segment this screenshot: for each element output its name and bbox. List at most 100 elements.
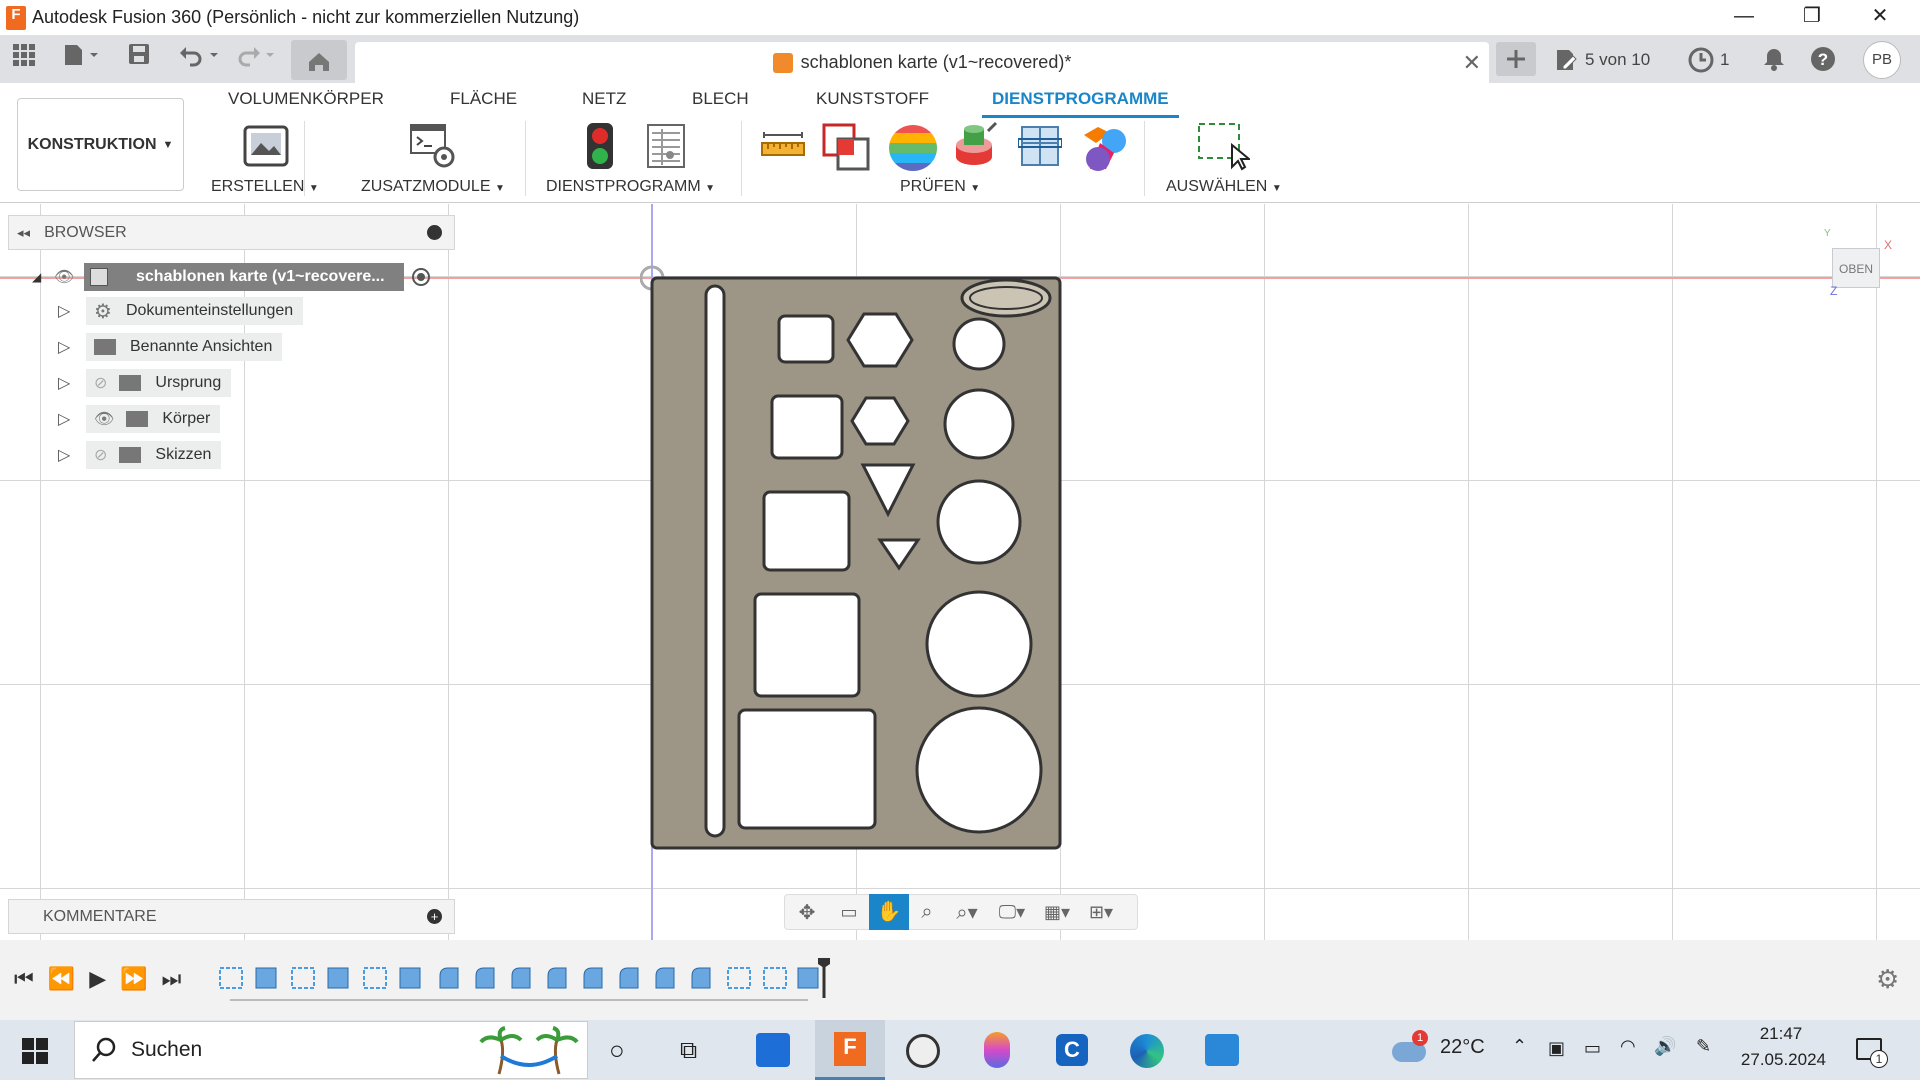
tab-blech[interactable]: BLECH (692, 89, 749, 109)
job-status[interactable]: 1 (1688, 45, 1729, 75)
paint-drop-icon[interactable] (984, 1032, 1010, 1068)
help-icon[interactable]: ? (1810, 46, 1836, 77)
home-button[interactable] (291, 40, 347, 80)
expand-arrow-icon[interactable]: ▷ (58, 301, 86, 321)
taskbar-search-box[interactable]: Suchen (74, 1021, 588, 1079)
browser-panel-header[interactable]: ◂◂ BROWSER (8, 215, 455, 250)
section-analysis-button[interactable] (1017, 123, 1063, 174)
tray-chevron-up-icon[interactable]: ⌃ (1512, 1036, 1527, 1057)
pen-icon[interactable]: ✎ (1696, 1036, 1711, 1057)
expand-arrow-icon[interactable]: ▷ (58, 337, 86, 357)
task-view-icon[interactable]: ⧉ (680, 1037, 697, 1065)
orbit-icon[interactable]: ✥ (785, 900, 829, 925)
play-icon[interactable]: ▶ (89, 966, 106, 992)
tree-item-ursprung[interactable]: ▷ ⊘ Ursprung (58, 368, 232, 398)
zoom-icon[interactable]: ⌕ (909, 901, 945, 924)
windows-start-icon[interactable] (22, 1038, 48, 1064)
volume-icon[interactable]: 🔊 (1654, 1036, 1676, 1057)
taskbar-fusion-button[interactable]: F (815, 1020, 885, 1080)
cortana-circle-icon[interactable]: ○ (609, 1035, 625, 1066)
tree-item-dokumenteinstellungen[interactable]: ▷ ⚙ Dokumenteinstellungen (58, 296, 304, 326)
viewcube[interactable]: OBEN X Y Z (1820, 228, 1892, 298)
redo-icon[interactable] (234, 43, 276, 75)
wifi-icon[interactable]: ◠ (1620, 1036, 1636, 1057)
eye-icon[interactable]: 👁 (54, 267, 84, 287)
compute-all-button[interactable] (584, 121, 616, 176)
expand-arrow-icon[interactable]: ▷ (58, 409, 86, 429)
undo-icon[interactable] (178, 43, 220, 75)
save-icon[interactable] (128, 43, 150, 75)
go-to-end-icon[interactable]: ⏭ (162, 966, 182, 992)
notification-center-icon[interactable]: 1 (1856, 1034, 1890, 1068)
user-avatar[interactable]: PB (1863, 41, 1901, 79)
comments-panel-header[interactable]: KOMMENTARE + (8, 899, 455, 934)
eye-hidden-icon[interactable]: ⊘ (94, 445, 107, 465)
add-comment-icon[interactable]: + (427, 909, 442, 924)
edge-browser-icon[interactable] (1130, 1034, 1164, 1068)
expand-arrow-icon[interactable]: ▷ (58, 373, 86, 393)
version-indicator[interactable]: 5 von 10 (1553, 45, 1650, 75)
eye-hidden-icon[interactable]: ⊘ (94, 373, 107, 393)
timeline-settings-gear-icon[interactable]: ⚙ (1876, 964, 1899, 995)
group-erstellen[interactable]: ERSTELLEN ▼ (211, 178, 319, 196)
taskbar-clock[interactable]: 21:47 27.05.2024 (1736, 1024, 1826, 1070)
measure-button[interactable] (760, 131, 806, 166)
battery-icon[interactable]: ▭ (1584, 1038, 1601, 1059)
tree-item-skizzen[interactable]: ▷ ⊘ Skizzen (58, 440, 222, 470)
minimize-button[interactable]: — (1710, 0, 1778, 35)
draft-analysis-button[interactable] (952, 121, 1002, 178)
file-menu-icon[interactable] (62, 43, 102, 75)
clock-app-icon[interactable] (906, 1034, 940, 1068)
component-color-button[interactable] (1080, 123, 1130, 178)
tab-flaeche[interactable]: FLÄCHE (450, 89, 517, 109)
group-zusatzmodule[interactable]: ZUSATZMODULE ▼ (361, 178, 505, 196)
document-tab[interactable]: schablonen karte (v1~recovered)* ✕ (355, 42, 1489, 83)
select-button[interactable] (1196, 121, 1252, 178)
step-back-icon[interactable]: ⏪ (48, 966, 75, 992)
interference-button[interactable] (822, 123, 872, 176)
workspace-switcher[interactable]: KONSTRUKTION ▼ (17, 98, 184, 191)
expand-arrow-icon[interactable]: ▷ (58, 445, 86, 465)
create-image-button[interactable] (243, 123, 289, 174)
notifications-bell-icon[interactable] (1762, 47, 1786, 76)
tree-item-koerper[interactable]: ▷ 👁 Körper (58, 404, 221, 434)
timeline-features[interactable] (218, 958, 838, 998)
tree-item-benannte-ansichten[interactable]: ▷ Benannte Ansichten (58, 332, 283, 362)
meet-now-icon[interactable]: ▣ (1548, 1038, 1565, 1059)
data-panel-grid-icon[interactable] (12, 43, 36, 75)
close-tab-icon[interactable]: ✕ (1463, 50, 1481, 76)
grid-settings-icon[interactable]: ▦▾ (1035, 902, 1079, 923)
browser-root-node[interactable]: ◢ 👁 schablonen karte (v1~recovere... (32, 262, 452, 292)
step-forward-icon[interactable]: ⏩ (120, 966, 147, 992)
tab-dienstprogramme[interactable]: DIENSTPROGRAMME (982, 89, 1179, 118)
collapse-panel-icon[interactable]: ◂◂ (17, 225, 30, 241)
zebra-analysis-button[interactable] (888, 123, 938, 178)
restore-button[interactable]: ❐ (1778, 0, 1846, 35)
group-dienstprogramm[interactable]: DIENSTPROGRAMM ▼ (546, 178, 715, 196)
expand-triangle-icon[interactable]: ◢ (32, 270, 54, 284)
tab-volumenkoerper[interactable]: VOLUMENKÖRPER (228, 89, 384, 109)
fit-zoom-icon[interactable]: ⌕▾ (945, 900, 989, 925)
weather-icon[interactable]: 1 (1392, 1030, 1428, 1066)
go-to-start-icon[interactable]: ⏮ (14, 966, 34, 992)
display-settings-icon[interactable]: 🖵▾ (989, 902, 1035, 923)
group-auswaehlen[interactable]: AUSWÄHLEN ▼ (1166, 178, 1282, 196)
look-at-icon[interactable]: ▭ (829, 902, 869, 923)
template-card-model[interactable] (640, 264, 1070, 864)
group-pruefen[interactable]: PRÜFEN ▼ (900, 178, 980, 196)
minimize-panel-icon[interactable] (427, 225, 442, 240)
c-app-icon[interactable]: C (1056, 1034, 1088, 1066)
viewports-icon[interactable]: ⊞▾ (1079, 902, 1123, 923)
new-tab-button[interactable] (1496, 42, 1536, 76)
tab-netz[interactable]: NETZ (582, 89, 626, 109)
activate-radio-icon[interactable] (412, 268, 430, 286)
close-button[interactable]: ✕ (1846, 0, 1914, 35)
tab-kunststoff[interactable]: KUNSTSTOFF (816, 89, 929, 109)
parameters-button[interactable] (646, 123, 686, 174)
photos-app-icon[interactable] (1205, 1034, 1239, 1066)
microsoft-store-icon[interactable] (756, 1033, 790, 1067)
viewcube-face-top[interactable]: OBEN (1832, 248, 1880, 288)
scripts-addins-button[interactable] (408, 121, 458, 176)
eye-icon[interactable]: 👁 (94, 409, 114, 429)
pan-icon[interactable]: ✋ (869, 894, 909, 930)
